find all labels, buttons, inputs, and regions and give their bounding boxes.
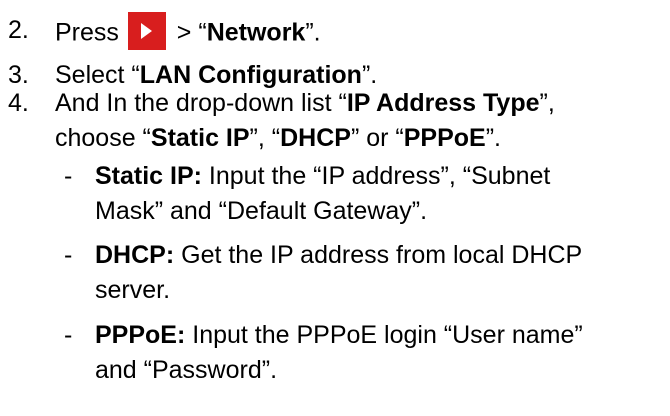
cont-pre: choose “ xyxy=(55,124,151,152)
network-label: Network xyxy=(206,18,306,47)
option-label: PPPoE: xyxy=(95,321,186,349)
step-text: Press > “Network”. xyxy=(55,12,321,53)
list-dash: - xyxy=(64,241,73,269)
step-text: Select “LAN Configuration”. xyxy=(55,60,377,90)
play-icon[interactable] xyxy=(127,12,166,50)
option-text-continuation: Mask” and “Default Gateway”. xyxy=(95,197,428,225)
step-text-pre: And In the drop-down list “ xyxy=(55,89,347,117)
option-text-continuation: and “Password”. xyxy=(95,356,278,384)
option-text: PPPoE: Input the PPPoE login “User name” xyxy=(95,320,583,350)
option-desc: Input the “IP address”, “Subnet xyxy=(201,162,551,190)
step-text-sep: > “ xyxy=(169,18,207,47)
cont-sep: ” or “ xyxy=(350,124,404,152)
step-text-end: ”, xyxy=(539,89,555,117)
cont-end: ”. xyxy=(485,124,501,152)
option-text: Static IP: Input the “IP address”, “Subn… xyxy=(95,161,550,191)
step-text-pre: Press xyxy=(55,18,119,47)
pppoe-label: PPPoE xyxy=(403,124,486,152)
lan-configuration-label: LAN Configuration xyxy=(139,61,362,89)
step-text-pre: Select “ xyxy=(55,61,140,89)
option-desc: Get the IP address from local DHCP xyxy=(174,241,583,269)
step-number: 3. xyxy=(8,61,29,89)
option-text-continuation: server. xyxy=(95,276,171,304)
dhcp-label: DHCP xyxy=(280,124,351,152)
step-text-end: ”. xyxy=(361,61,378,89)
option-label: DHCP: xyxy=(95,241,175,269)
step-text: And In the drop-down list “IP Address Ty… xyxy=(55,88,555,118)
option-desc: Input the PPPoE login “User name” xyxy=(185,321,583,349)
option-text: DHCP: Get the IP address from local DHCP xyxy=(95,240,582,270)
option-label: Static IP: xyxy=(95,162,202,190)
step-number: 2. xyxy=(8,16,29,44)
list-dash: - xyxy=(64,162,73,190)
cont-sep: ”, “ xyxy=(249,124,281,152)
static-ip-label: Static IP xyxy=(150,124,250,152)
list-dash: - xyxy=(64,321,73,349)
step-text-continuation: choose “Static IP”, “DHCP” or “PPPoE”. xyxy=(55,123,501,153)
step-number: 4. xyxy=(8,89,29,117)
step-text-end: ”. xyxy=(305,18,321,47)
ip-address-type-label: IP Address Type xyxy=(346,89,540,117)
